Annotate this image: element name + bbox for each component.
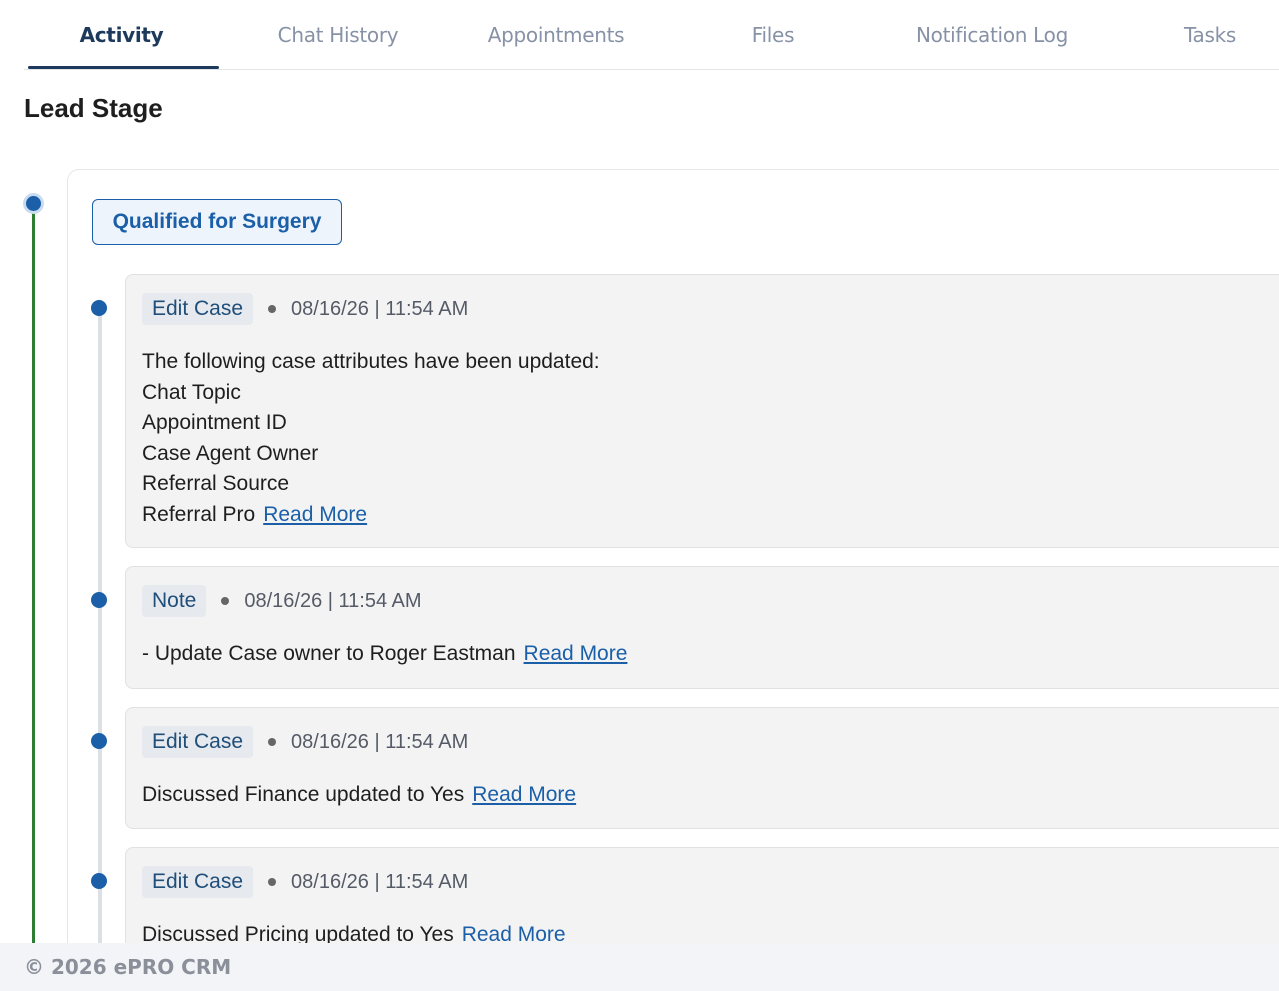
separator-dot [268, 305, 277, 313]
tab-tasks[interactable]: Tasks [1154, 0, 1266, 70]
separator-dot [268, 738, 277, 746]
copyright-text: © 2026 ePRO CRM [24, 955, 232, 979]
tab-chat-history[interactable]: Chat History [244, 0, 432, 70]
read-more-link[interactable]: Read More [472, 783, 576, 806]
activity-header: Edit Case 08/16/26 | 11:54 AM [142, 726, 468, 758]
activity-timestamp: 08/16/26 | 11:54 AM [291, 297, 469, 320]
activity-timeline-dot [91, 592, 107, 608]
activity-line: Case Agent Owner [142, 441, 319, 465]
activity-timeline-line [98, 300, 102, 950]
tab-files[interactable]: Files [704, 0, 842, 70]
tab-activity[interactable]: Activity [24, 0, 219, 70]
section-title: Lead Stage [24, 93, 163, 123]
activity-timeline-dot [91, 873, 107, 889]
activity-header: Edit Case 08/16/26 | 11:54 AM [142, 866, 468, 898]
activity-line: Discussed Finance updated to Yes [142, 783, 465, 806]
separator-dot [221, 597, 230, 605]
activity-line: - Update Case owner to Roger Eastman [142, 642, 516, 665]
lead-stage-badge: Qualified for Surgery [92, 199, 342, 245]
activity-timestamp: 08/16/26 | 11:54 AM [244, 589, 422, 612]
activity-line: Referral Source [142, 472, 290, 495]
activity-line: Referral Pro [142, 502, 256, 526]
activity-timestamp: 08/16/26 | 11:54 AM [291, 870, 469, 893]
active-tab-indicator [28, 66, 219, 69]
activity-card: Note 08/16/26 | 11:54 AM - Update Case o… [125, 566, 1279, 689]
footer: © 2026 ePRO CRM [0, 943, 1279, 991]
activity-line: Chat Topic [142, 380, 241, 404]
read-more-link[interactable]: Read More [263, 503, 367, 526]
activity-card: Edit Case 08/16/26 | 11:54 AM The follow… [125, 274, 1279, 548]
tab-notification-log[interactable]: Notification Log [894, 0, 1090, 70]
read-more-link[interactable]: Read More [524, 642, 628, 665]
activity-line: The following case attributes have been … [142, 350, 600, 373]
activity-timeline-dot [91, 300, 107, 316]
stage-timeline-line [32, 206, 35, 946]
activity-type-badge: Edit Case [142, 866, 254, 898]
activity-timeline-dot [91, 733, 107, 749]
activity-type-badge: Edit Case [142, 293, 254, 325]
activity-timestamp: 08/16/26 | 11:54 AM [291, 730, 469, 753]
activity-type-badge: Note [142, 585, 207, 617]
activity-header: Edit Case 08/16/26 | 11:54 AM [142, 293, 468, 325]
tab-appointments[interactable]: Appointments [460, 0, 652, 70]
activity-line: Appointment ID [142, 411, 287, 434]
tab-bar: Activity Chat History Appointments Files… [24, 0, 1279, 70]
activity-body: - Update Case owner to Roger Eastman Read… [142, 639, 627, 670]
activity-body: The following case attributes have been … [142, 347, 600, 530]
activity-header: Note 08/16/26 | 11:54 AM [142, 585, 422, 617]
activity-type-badge: Edit Case [142, 726, 254, 758]
activity-card: Edit Case 08/16/26 | 11:54 AM Discussed … [125, 707, 1279, 829]
activity-body: Discussed Finance updated to Yes Read Mor… [142, 780, 576, 811]
separator-dot [268, 878, 277, 886]
stage-timeline-dot [23, 193, 44, 214]
